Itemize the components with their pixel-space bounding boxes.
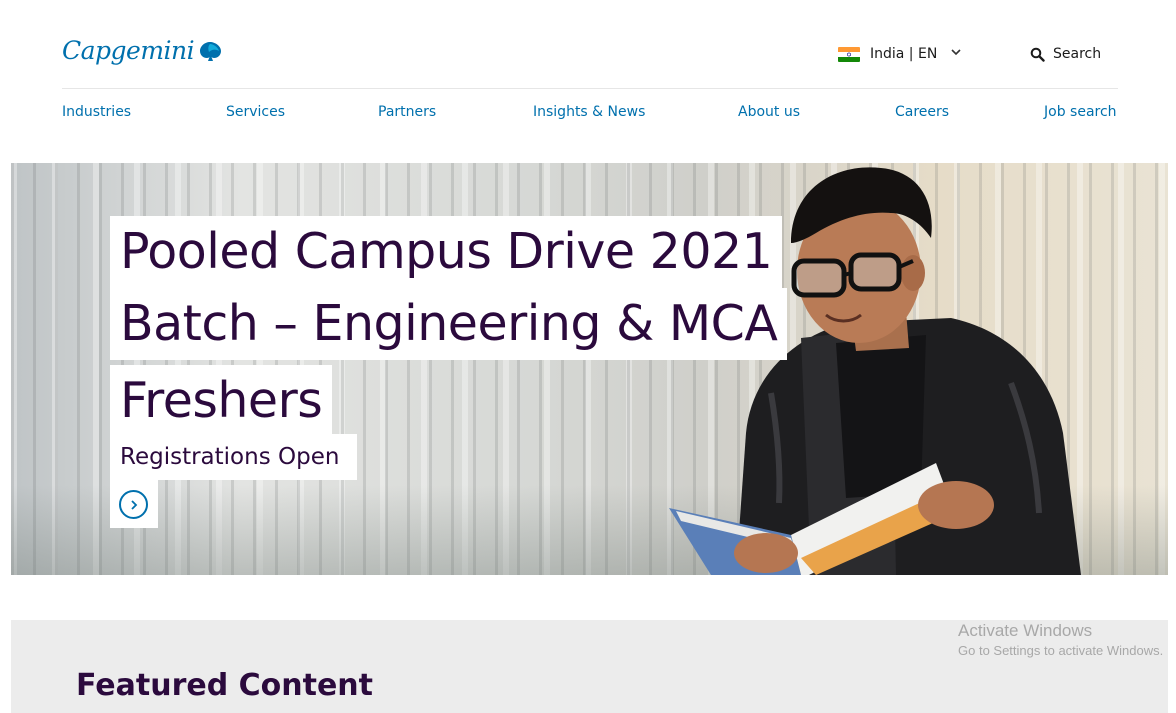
locale-selector[interactable]: India | EN [838,46,961,62]
nav-item-careers[interactable]: Careers [895,104,949,120]
hero-title-line-3: Freshers [110,365,333,437]
hero-title-line-1: Pooled Campus Drive 2021 [110,216,783,288]
main-nav: Industries Services Partners Insights & … [62,104,1118,128]
nav-item-partners[interactable]: Partners [378,104,436,120]
nav-item-insights-news[interactable]: Insights & News [533,104,645,120]
india-flag-icon [838,46,860,62]
search-icon [1030,47,1045,62]
nav-item-job-search[interactable]: Job search [1044,104,1117,120]
header-divider [62,88,1118,89]
hero-cta-button[interactable] [110,480,158,528]
nav-item-industries[interactable]: Industries [62,104,131,120]
windows-activation-watermark: Activate Windows Go to Settings to activ… [958,620,1163,660]
logo-text: Capgemini [62,36,195,65]
nav-item-services[interactable]: Services [226,104,285,120]
arrow-right-circle-icon [119,490,148,519]
search-label: Search [1053,46,1102,62]
watermark-line-2: Go to Settings to activate Windows. [958,643,1164,658]
hero-title-line-2: Batch – Engineering & MCA [110,288,788,360]
featured-title: Featured Content [76,668,373,703]
site-header: Capgemini India | EN Search Industries S… [0,0,1176,160]
capgemini-spade-icon [200,41,222,61]
capgemini-logo[interactable]: Capgemini [62,36,224,65]
hero-banner[interactable]: Pooled Campus Drive 2021 Batch – Enginee… [11,163,1168,575]
locale-label: India | EN [870,46,938,62]
chevron-down-icon [951,48,961,59]
nav-item-about-us[interactable]: About us [738,104,800,120]
hero-subtitle: Registrations Open [110,434,358,480]
search-button[interactable]: Search [1030,46,1101,62]
watermark-line-1: Activate Windows [958,621,1093,640]
